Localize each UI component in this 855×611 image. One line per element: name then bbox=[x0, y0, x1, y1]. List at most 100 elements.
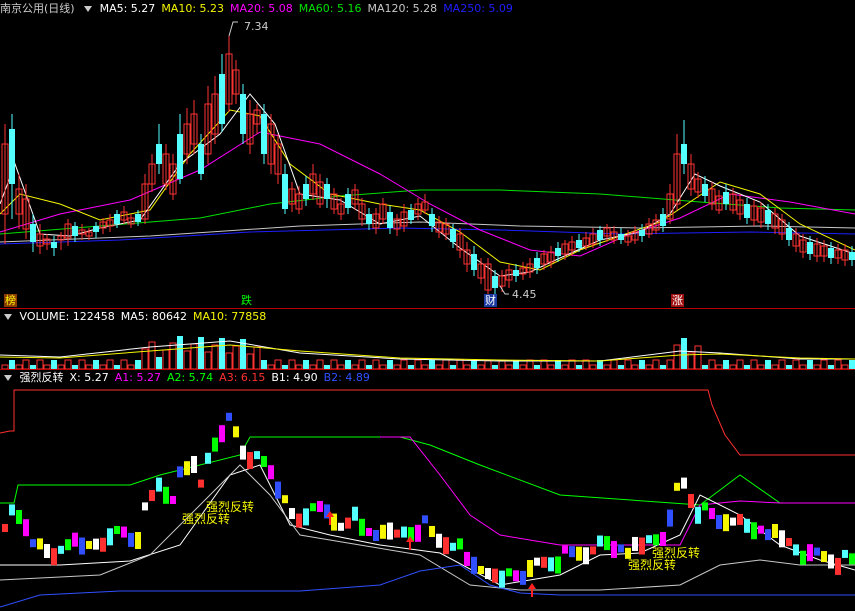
indicator-bar bbox=[674, 482, 680, 491]
event-tag[interactable]: 涨 bbox=[671, 294, 684, 307]
legend-item: A2: 5.74 bbox=[166, 371, 214, 384]
candle-body bbox=[660, 214, 666, 226]
legend-item: A1: 5.27 bbox=[114, 371, 161, 384]
volume-bar bbox=[169, 342, 177, 369]
indicator-bar bbox=[51, 548, 57, 566]
volume-bar bbox=[807, 360, 813, 369]
volume-bar bbox=[219, 338, 225, 369]
volume-bar bbox=[792, 359, 800, 369]
volume-chart[interactable] bbox=[0, 325, 855, 369]
indicator-bar bbox=[296, 513, 302, 528]
indicator-bar bbox=[261, 456, 267, 467]
indicator-bar bbox=[429, 526, 435, 537]
legend-item: 强烈反转 bbox=[19, 371, 64, 384]
candle-body bbox=[618, 234, 624, 240]
volume-bar bbox=[156, 357, 162, 369]
candle-body bbox=[786, 228, 792, 240]
indicator-legend: 强烈反转 X: 5.27 A1: 5.27 A2: 5.74 A3: 6.15 B1: 4… bbox=[20, 371, 376, 384]
low-price-label: 4.45 bbox=[512, 288, 537, 301]
volume-bar bbox=[93, 360, 99, 369]
candle-body bbox=[177, 134, 183, 179]
volume-bar bbox=[765, 360, 771, 369]
indicator-bar bbox=[121, 526, 127, 538]
volume-bar bbox=[148, 341, 156, 369]
indicator-header: 强烈反转 X: 5.27 A1: 5.27 A2: 5.74 A3: 6.15 B1: 4… bbox=[0, 370, 382, 386]
indicator-bar bbox=[569, 546, 575, 558]
indicator-bar bbox=[695, 506, 701, 524]
indicator-bar bbox=[16, 510, 22, 524]
stock-title: 南京公用(日线) bbox=[0, 2, 75, 15]
legend-item: B2: 4.89 bbox=[323, 371, 370, 384]
dropdown-icon[interactable] bbox=[4, 374, 12, 381]
indicator-bar bbox=[478, 566, 484, 574]
price-chart[interactable]: 7.34 4.45 bbox=[0, 14, 855, 308]
indicator-chart[interactable] bbox=[0, 385, 855, 611]
indicator-bar bbox=[163, 486, 169, 504]
event-tag[interactable]: 跌 bbox=[240, 294, 253, 307]
volume-bar bbox=[232, 345, 240, 369]
indicator-bar bbox=[667, 509, 673, 527]
volume-bar bbox=[246, 353, 254, 369]
b2-line bbox=[0, 564, 855, 608]
indicator-bar bbox=[23, 519, 29, 537]
indicator-bar bbox=[646, 535, 652, 544]
indicator-bar bbox=[772, 524, 778, 538]
legend-item: VOLUME: 122458 bbox=[19, 310, 115, 323]
dropdown-icon[interactable] bbox=[84, 5, 93, 12]
indicator-bar bbox=[611, 540, 617, 558]
indicator-bar bbox=[135, 532, 141, 549]
indicator-bar bbox=[212, 437, 218, 452]
indicator-bar bbox=[401, 526, 407, 538]
dropdown-icon[interactable] bbox=[4, 313, 12, 320]
a3-line bbox=[0, 389, 855, 456]
indicator-bar bbox=[520, 570, 526, 585]
candle-body bbox=[408, 210, 414, 220]
candle-body bbox=[702, 184, 708, 196]
legend-item: B1: 4.90 bbox=[271, 371, 318, 384]
indicator-bar bbox=[639, 537, 645, 555]
candle-body bbox=[114, 214, 120, 224]
signal-label: 强烈反转 bbox=[182, 512, 231, 526]
volume-bar bbox=[666, 359, 674, 369]
candle-body bbox=[744, 204, 750, 218]
indicator-bar bbox=[170, 496, 176, 504]
indicator-bar bbox=[338, 522, 344, 531]
indicator-bar bbox=[576, 546, 582, 561]
indicator-bar bbox=[737, 513, 743, 525]
volume-bar bbox=[681, 338, 687, 369]
volume-bar bbox=[36, 359, 44, 369]
indicator-bar bbox=[422, 515, 428, 524]
volume-bar bbox=[211, 344, 219, 369]
volume-bar bbox=[694, 345, 702, 369]
legend-item: X: 5.27 bbox=[69, 371, 109, 384]
indicator-bar bbox=[9, 504, 15, 516]
price-header: 南京公用(日线) MA5: 5.27 MA10: 5.23 MA20: 5.08 MA… bbox=[0, 1, 525, 17]
indicator-bar bbox=[72, 532, 78, 547]
indicator-bar bbox=[58, 545, 64, 554]
candle-body bbox=[597, 230, 603, 240]
indicator-bar bbox=[191, 456, 197, 473]
indicator-bar bbox=[142, 502, 148, 511]
signal-arrowhead bbox=[528, 583, 536, 589]
indicator-bar bbox=[751, 522, 757, 540]
indicator-bar bbox=[555, 556, 561, 574]
indicator-bar bbox=[373, 530, 379, 541]
indicator-bar bbox=[604, 536, 610, 551]
volume-bar bbox=[345, 360, 351, 369]
indicator-bar bbox=[149, 490, 155, 501]
volume-bar bbox=[750, 359, 758, 369]
indicator-bar bbox=[184, 461, 190, 476]
volume-bar bbox=[687, 352, 695, 369]
event-tag[interactable]: 榜 bbox=[4, 294, 17, 307]
volume-bar bbox=[820, 359, 828, 369]
volume-bar bbox=[624, 359, 632, 369]
volume-bar bbox=[471, 360, 477, 369]
indicator-bar bbox=[240, 445, 246, 460]
candle-body bbox=[93, 226, 99, 232]
candle-body bbox=[387, 212, 393, 228]
indicator-bar bbox=[590, 546, 596, 555]
candle-body bbox=[849, 252, 855, 260]
event-tag[interactable]: 财 bbox=[484, 294, 497, 307]
volume-header: VOLUME: 122458 MA5: 80642 MA10: 77858 bbox=[0, 309, 278, 325]
candle-body bbox=[261, 114, 267, 154]
